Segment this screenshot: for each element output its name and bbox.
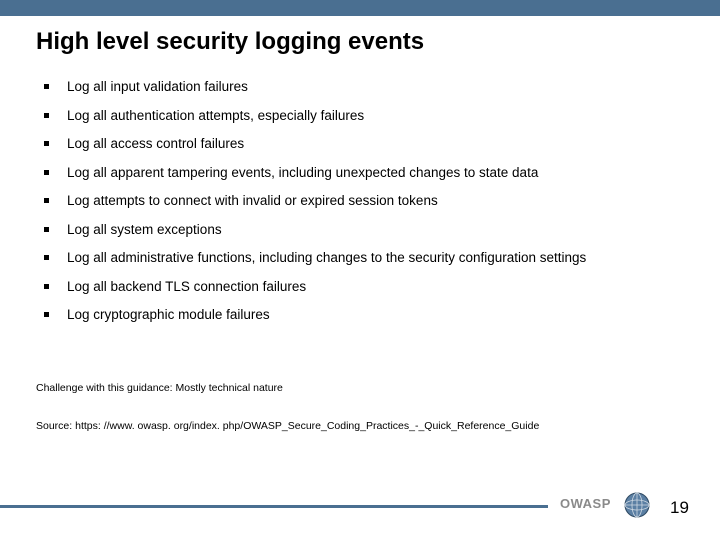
globe-icon	[624, 492, 650, 518]
footer: OWASP 19	[0, 492, 720, 520]
list-item-text: Log all backend TLS connection failures	[67, 278, 676, 296]
source-note: Source: https: //www. owasp. org/index. …	[36, 420, 539, 432]
bullet-list: Log all input validation failures Log al…	[44, 78, 676, 335]
bullet-icon	[44, 198, 49, 203]
list-item: Log cryptographic module failures	[44, 306, 676, 324]
challenge-note: Challenge with this guidance: Mostly tec…	[36, 382, 283, 394]
slide: High level security logging events Log a…	[0, 0, 720, 540]
list-item: Log attempts to connect with invalid or …	[44, 192, 676, 210]
list-item: Log all apparent tampering events, inclu…	[44, 164, 676, 182]
list-item: Log all system exceptions	[44, 221, 676, 239]
bullet-icon	[44, 84, 49, 89]
list-item-text: Log all apparent tampering events, inclu…	[67, 164, 676, 182]
bullet-icon	[44, 227, 49, 232]
list-item: Log all authentication attempts, especia…	[44, 107, 676, 125]
list-item: Log all access control failures	[44, 135, 676, 153]
bullet-icon	[44, 284, 49, 289]
bullet-icon	[44, 312, 49, 317]
list-item-text: Log all authentication attempts, especia…	[67, 107, 676, 125]
list-item-text: Log all system exceptions	[67, 221, 676, 239]
list-item: Log all input validation failures	[44, 78, 676, 96]
list-item-text: Log all access control failures	[67, 135, 676, 153]
bullet-icon	[44, 141, 49, 146]
list-item-text: Log cryptographic module failures	[67, 306, 676, 324]
list-item: Log all backend TLS connection failures	[44, 278, 676, 296]
footer-line	[0, 505, 548, 508]
top-bar	[0, 0, 720, 16]
brand-label: OWASP	[560, 496, 611, 511]
list-item: Log all administrative functions, includ…	[44, 249, 676, 267]
list-item-text: Log all administrative functions, includ…	[67, 249, 676, 267]
bullet-icon	[44, 113, 49, 118]
slide-title: High level security logging events	[36, 28, 424, 56]
list-item-text: Log all input validation failures	[67, 78, 676, 96]
bullet-icon	[44, 170, 49, 175]
page-number: 19	[670, 498, 689, 518]
list-item-text: Log attempts to connect with invalid or …	[67, 192, 676, 210]
bullet-icon	[44, 255, 49, 260]
